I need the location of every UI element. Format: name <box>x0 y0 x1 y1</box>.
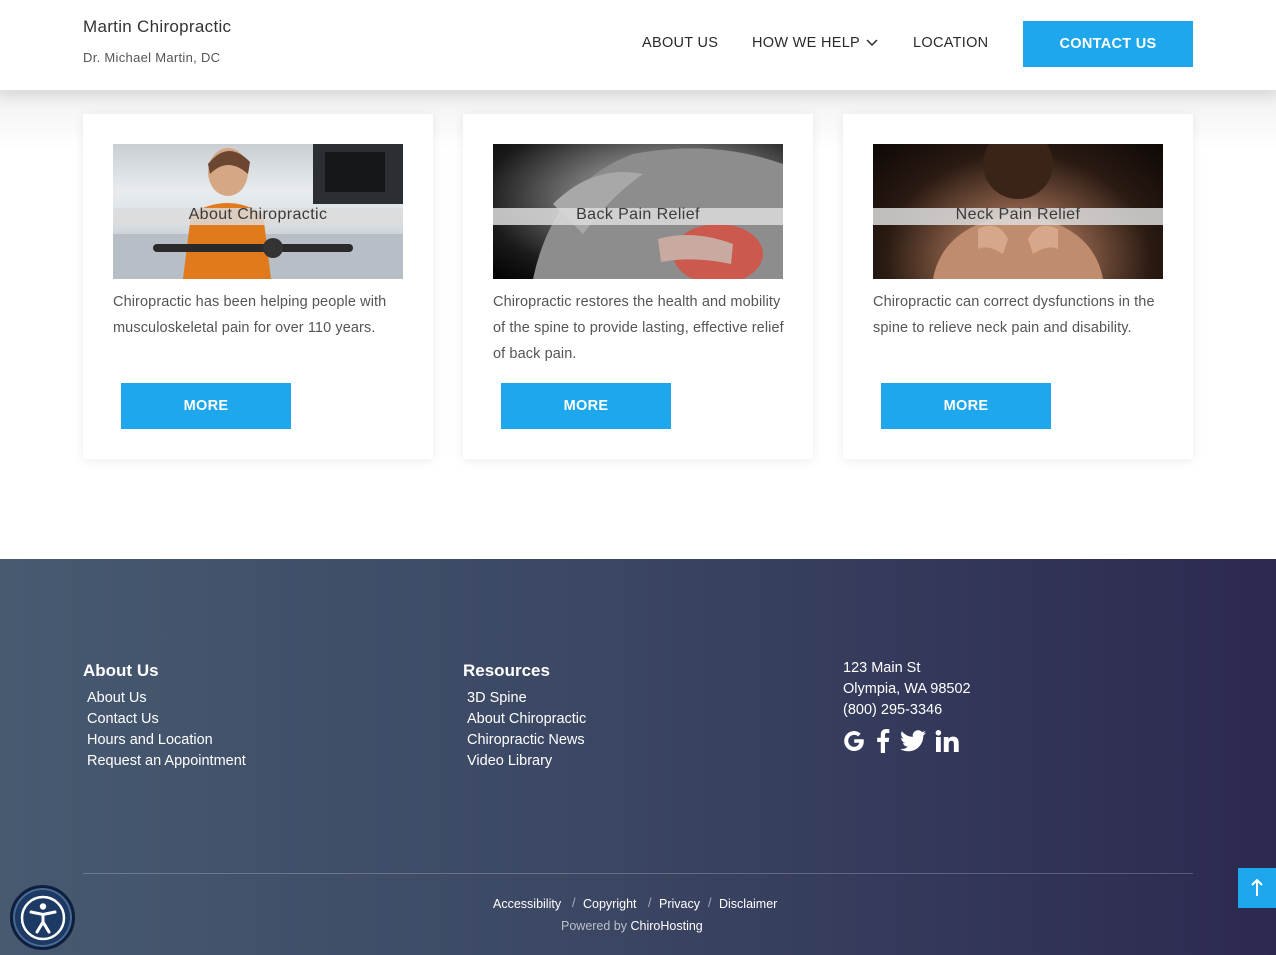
back-to-top-button[interactable] <box>1238 868 1276 908</box>
card-description: Chiropractic can correct dysfunctions in… <box>873 294 1155 336</box>
google-icon[interactable] <box>842 729 866 753</box>
footer-legal-privacy[interactable]: Privacy <box>659 897 700 911</box>
brand-title[interactable]: Martin Chiropractic <box>83 17 231 37</box>
service-card-back-pain: Back Pain Relief Chiropractic restores t… <box>463 114 813 459</box>
linkedin-icon[interactable] <box>934 729 960 753</box>
footer-link-contact-us[interactable]: Contact Us <box>87 711 159 727</box>
card-image-neck-pain[interactable]: Neck Pain Relief <box>873 144 1163 279</box>
legal-separator: / <box>572 896 576 910</box>
card-image-label: Back Pain Relief <box>576 206 700 223</box>
card-image-back-pain[interactable]: Back Pain Relief <box>493 144 783 279</box>
footer-legal-accessibility[interactable]: Accessibility <box>493 897 561 911</box>
footer-link-about-us[interactable]: About Us <box>87 690 147 706</box>
powered-by-prefix: Powered by <box>561 919 628 933</box>
site-footer: About Us About Us Contact Us Hours and L… <box>0 559 1276 955</box>
footer-about-title: About Us <box>83 661 159 680</box>
nav-location[interactable]: LOCATION <box>913 35 988 51</box>
service-card-about: About Chiropractic Chiropractic has been… <box>83 114 433 459</box>
card-description: Chiropractic has been helping people wit… <box>113 294 387 336</box>
arrow-up-icon <box>1251 879 1263 896</box>
nav-how-we-help[interactable]: HOW WE HELP <box>752 35 878 51</box>
footer-resources-title: Resources <box>463 661 550 680</box>
site-header: Martin Chiropractic Dr. Michael Martin, … <box>0 0 1276 90</box>
powered-by-brand-link[interactable]: ChiroHosting <box>631 919 703 933</box>
accessibility-button[interactable] <box>10 885 75 950</box>
chevron-down-icon <box>866 39 878 47</box>
footer-link-request-appointment[interactable]: Request an Appointment <box>87 753 246 769</box>
more-button-about[interactable]: MORE <box>121 383 291 429</box>
footer-link-about-chiropractic[interactable]: About Chiropractic <box>467 711 586 727</box>
footer-phone[interactable]: (800) 295-3346 <box>843 702 942 718</box>
card-image-about[interactable]: About Chiropractic <box>113 144 403 279</box>
card-image-label: About Chiropractic <box>188 206 328 223</box>
nav-how-we-help-label: HOW WE HELP <box>752 35 861 51</box>
footer-legal-disclaimer[interactable]: Disclaimer <box>719 897 777 911</box>
card-image-label: Neck Pain Relief <box>955 206 1081 223</box>
more-button-back-pain[interactable]: MORE <box>501 383 671 429</box>
legal-separator: / <box>648 896 652 910</box>
footer-link-video-library[interactable]: Video Library <box>467 753 552 769</box>
services-section: About Chiropractic Chiropractic has been… <box>0 90 1276 559</box>
footer-link-3d-spine[interactable]: 3D Spine <box>467 690 527 706</box>
footer-address-city: Olympia, WA 98502 <box>843 681 971 697</box>
footer-link-hours-location[interactable]: Hours and Location <box>87 732 213 748</box>
more-button-neck-pain[interactable]: MORE <box>881 383 1051 429</box>
card-description: Chiropractic restores the health and mob… <box>493 294 784 362</box>
nav-about-us[interactable]: ABOUT US <box>642 35 718 51</box>
brand-subtitle: Dr. Michael Martin, DC <box>83 50 221 65</box>
twitter-icon[interactable] <box>900 729 926 753</box>
footer-address-street: 123 Main St <box>843 660 921 676</box>
powered-by: Powered by ChiroHosting <box>561 919 703 933</box>
footer-legal-copyright[interactable]: Copyright <box>583 897 637 911</box>
footer-divider <box>83 873 1193 874</box>
contact-us-button[interactable]: CONTACT US <box>1023 21 1193 67</box>
service-card-neck-pain: Neck Pain Relief Chiropractic can correc… <box>843 114 1193 459</box>
facebook-icon[interactable] <box>874 729 892 753</box>
legal-separator: / <box>708 896 712 910</box>
footer-link-chiropractic-news[interactable]: Chiropractic News <box>467 732 585 748</box>
accessibility-icon <box>20 895 65 940</box>
